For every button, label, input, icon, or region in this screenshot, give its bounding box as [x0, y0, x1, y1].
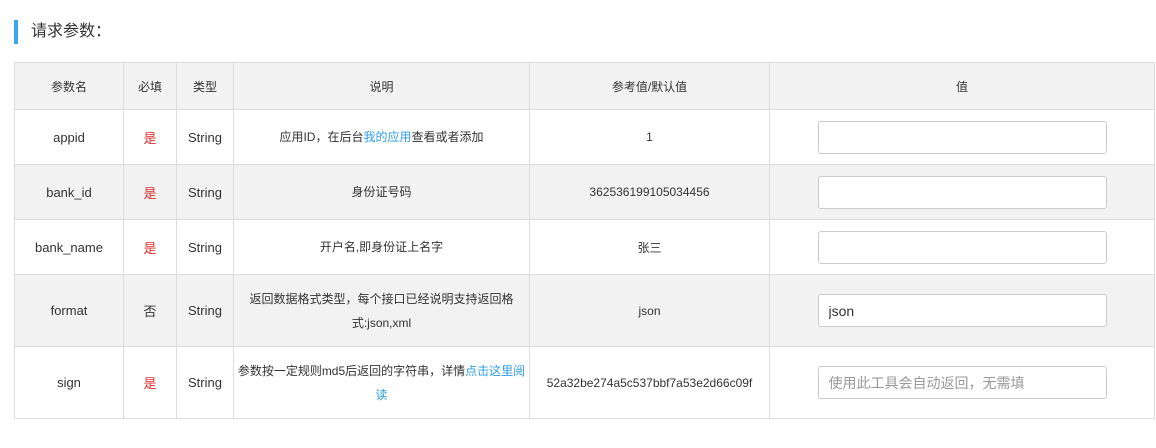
param-description: 开户名,即身份证上名字 — [233, 219, 530, 275]
reference-value: json — [529, 274, 770, 347]
param-type: String — [176, 346, 234, 419]
header-required: 必填 — [123, 62, 177, 110]
params-table: 参数名 必填 类型 说明 参考值/默认值 值 appid 是 String 应用… — [14, 62, 1155, 419]
table-row: format 否 String 返回数据格式类型，每个接口已经说明支持返回格式:… — [14, 274, 1155, 347]
required-flag: 否 — [123, 274, 177, 347]
my-apps-link[interactable]: 我的应用 — [363, 130, 411, 144]
table-row: bank_id 是 String 身份证号码 36253619910503445… — [14, 164, 1155, 220]
value-cell — [769, 164, 1155, 220]
required-flag: 是 — [123, 164, 177, 220]
param-description: 身份证号码 — [233, 164, 530, 220]
reference-value: 52a32be274a5c537bbf7a53e2d66c09f — [529, 346, 770, 419]
format-input[interactable] — [817, 294, 1107, 327]
param-name: sign — [14, 346, 124, 419]
bank-name-input[interactable] — [817, 230, 1107, 264]
reference-value: 张三 — [529, 219, 770, 275]
appid-input[interactable] — [817, 120, 1107, 154]
value-cell — [769, 109, 1155, 165]
reference-value: 362536199105034456 — [529, 164, 770, 220]
required-flag: 是 — [123, 219, 177, 275]
header-type: 类型 — [176, 62, 234, 110]
description-text: 参数按一定规则md5后返回的字符串，详情 — [237, 363, 466, 378]
param-name: bank_name — [14, 219, 124, 275]
param-description: 应用ID，在后台我的应用查看或者添加 — [233, 109, 530, 165]
sign-input[interactable] — [817, 366, 1107, 399]
param-name: bank_id — [14, 164, 124, 220]
value-cell — [769, 346, 1155, 419]
header-param-name: 参数名 — [14, 62, 124, 110]
description-text: 应用ID，在后台 — [279, 130, 364, 144]
param-type: String — [176, 274, 234, 347]
value-cell — [769, 219, 1155, 275]
param-type: String — [176, 219, 234, 275]
param-description: 返回数据格式类型，每个接口已经说明支持返回格式:json,xml — [233, 274, 530, 347]
param-type: String — [176, 109, 234, 165]
param-name: format — [14, 274, 124, 347]
table-header-row: 参数名 必填 类型 说明 参考值/默认值 值 — [14, 62, 1155, 110]
header-reference-value: 参考值/默认值 — [529, 62, 770, 110]
section-title: 请求参数： — [14, 20, 111, 44]
header-value: 值 — [769, 62, 1155, 110]
table-row: bank_name 是 String 开户名,即身份证上名字 张三 — [14, 219, 1155, 275]
required-flag: 是 — [123, 346, 177, 419]
param-name: appid — [14, 109, 124, 165]
param-description: 参数按一定规则md5后返回的字符串，详情点击这里阅读 — [233, 346, 530, 419]
header-description: 说明 — [233, 62, 530, 110]
param-type: String — [176, 164, 234, 220]
required-flag: 是 — [123, 109, 177, 165]
bank-id-input[interactable] — [817, 175, 1107, 209]
value-cell — [769, 274, 1155, 347]
reference-value: 1 — [529, 109, 770, 165]
table-row: appid 是 String 应用ID，在后台我的应用查看或者添加 1 — [14, 109, 1155, 165]
description-text: 查看或者添加 — [411, 130, 484, 144]
table-row: sign 是 String 参数按一定规则md5后返回的字符串，详情点击这里阅读… — [14, 346, 1155, 419]
